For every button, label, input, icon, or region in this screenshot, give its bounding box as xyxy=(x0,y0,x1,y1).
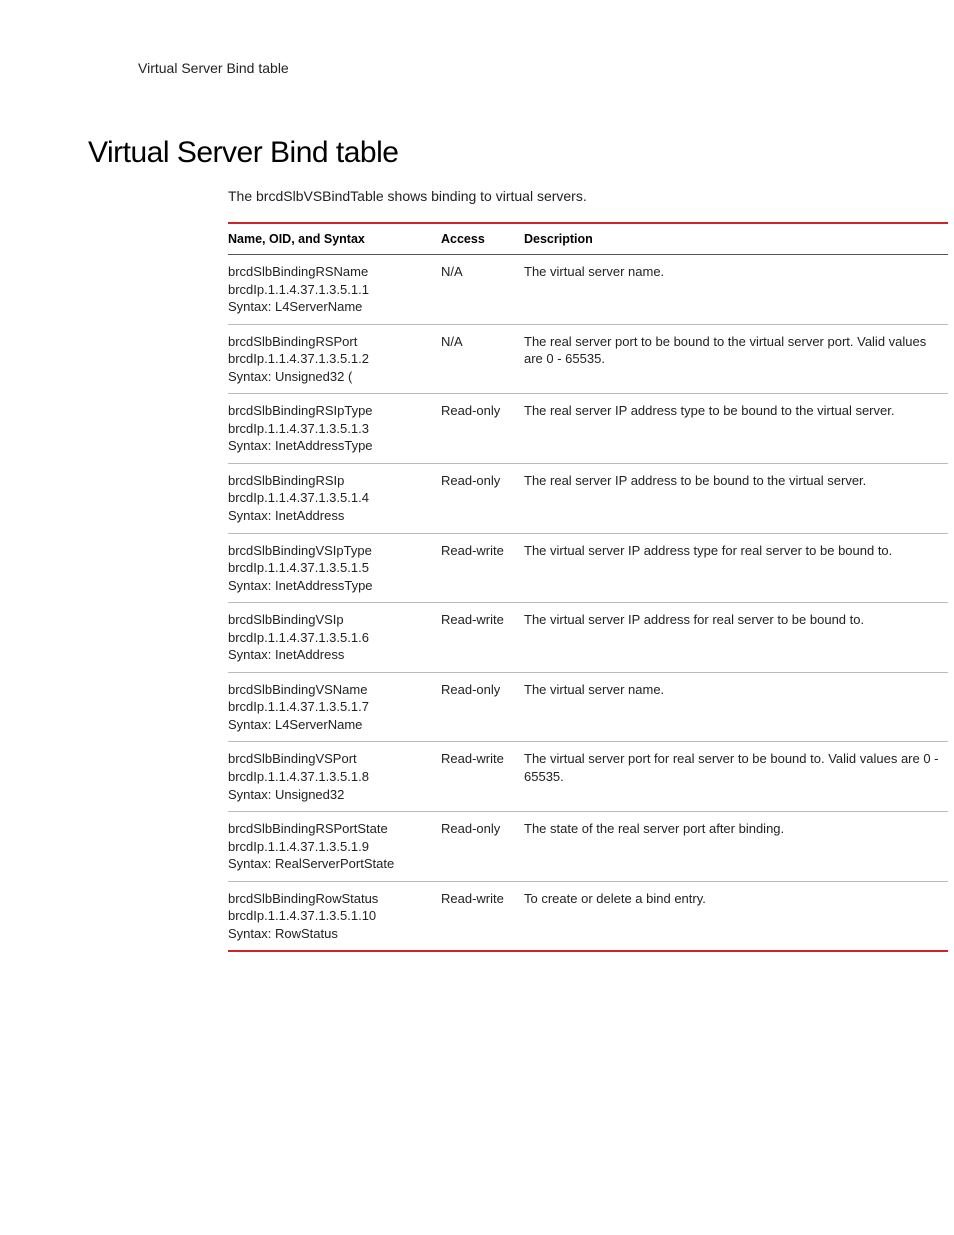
cell-access: N/A xyxy=(441,255,524,325)
table-row: brcdSlbBindingVSIpType brcdIp.1.1.4.37.1… xyxy=(228,533,948,603)
mib-syntax: Syntax: L4ServerName xyxy=(228,298,433,316)
table-row: brcdSlbBindingRSPortbrcdIp.1.1.4.37.1.3.… xyxy=(228,324,948,394)
cell-description: The virtual server name. xyxy=(524,255,948,325)
cell-name: brcdSlbBindingRSNamebrcdIp.1.1.4.37.1.3.… xyxy=(228,255,441,325)
mib-oid: brcdIp.1.1.4.37.1.3.5.1.4 xyxy=(228,489,433,507)
mib-oid: brcdIp.1.1.4.37.1.3.5.1.3 xyxy=(228,420,433,438)
mib-name: brcdSlbBindingVSIpType xyxy=(228,542,433,560)
table-row: brcdSlbBindingRSIpbrcdIp.1.1.4.37.1.3.5.… xyxy=(228,463,948,533)
mib-syntax: Syntax: InetAddress xyxy=(228,507,433,525)
mib-name: brcdSlbBindingVSPort xyxy=(228,750,433,768)
table-row: brcdSlbBindingRSNamebrcdIp.1.1.4.37.1.3.… xyxy=(228,255,948,325)
cell-access: Read-only xyxy=(441,672,524,742)
mib-syntax: Syntax: Unsigned32 xyxy=(228,786,433,804)
cell-access: Read-write xyxy=(441,533,524,603)
cell-description: The real server port to be bound to the … xyxy=(524,324,948,394)
cell-description: The real server IP address to be bound t… xyxy=(524,463,948,533)
mib-oid: brcdIp.1.1.4.37.1.3.5.1.8 xyxy=(228,768,433,786)
cell-access: Read-only xyxy=(441,812,524,882)
cell-name: brcdSlbBindingRSPortbrcdIp.1.1.4.37.1.3.… xyxy=(228,324,441,394)
cell-name: brcdSlbBindingRSIpbrcdIp.1.1.4.37.1.3.5.… xyxy=(228,463,441,533)
mib-syntax: Syntax: InetAddressType xyxy=(228,437,433,455)
cell-access: N/A xyxy=(441,324,524,394)
mib-oid: brcdIp.1.1.4.37.1.3.5.1.6 xyxy=(228,629,433,647)
table-row: brcdSlbBindingVSNamebrcdIp.1.1.4.37.1.3.… xyxy=(228,672,948,742)
page-title: Virtual Server Bind table xyxy=(88,136,866,170)
cell-description: The virtual server port for real server … xyxy=(524,742,948,812)
mib-syntax: Syntax: L4ServerName xyxy=(228,716,433,734)
cell-description: To create or delete a bind entry. xyxy=(524,881,948,951)
mib-name: brcdSlbBindingVSIp xyxy=(228,611,433,629)
mib-name: brcdSlbBindingRSIp xyxy=(228,472,433,490)
running-header: Virtual Server Bind table xyxy=(138,60,866,76)
mib-oid: brcdIp.1.1.4.37.1.3.5.1.7 xyxy=(228,698,433,716)
mib-oid: brcdIp.1.1.4.37.1.3.5.1.5 xyxy=(228,559,433,577)
mib-name: brcdSlbBindingVSName xyxy=(228,681,433,699)
col-header-name: Name, OID, and Syntax xyxy=(228,223,441,255)
cell-name: brcdSlbBindingVSNamebrcdIp.1.1.4.37.1.3.… xyxy=(228,672,441,742)
cell-name: brcdSlbBindingVSPort brcdIp.1.1.4.37.1.3… xyxy=(228,742,441,812)
mib-oid: brcdIp.1.1.4.37.1.3.5.1.1 xyxy=(228,281,433,299)
cell-name: brcdSlbBindingRowStatusbrcdIp.1.1.4.37.1… xyxy=(228,881,441,951)
cell-name: brcdSlbBindingRSIpTypebrcdIp.1.1.4.37.1.… xyxy=(228,394,441,464)
mib-table: Name, OID, and Syntax Access Description… xyxy=(228,222,948,952)
mib-syntax: Syntax: RowStatus xyxy=(228,925,433,943)
page-content: Virtual Server Bind table Virtual Server… xyxy=(0,0,954,1012)
cell-description: The virtual server IP address for real s… xyxy=(524,603,948,673)
table-row: brcdSlbBindingVSPort brcdIp.1.1.4.37.1.3… xyxy=(228,742,948,812)
mib-syntax: Syntax: InetAddressType xyxy=(228,577,433,595)
mib-name: brcdSlbBindingRowStatus xyxy=(228,890,433,908)
cell-description: The virtual server IP address type for r… xyxy=(524,533,948,603)
mib-syntax: Syntax: InetAddress xyxy=(228,646,433,664)
cell-access: Read-write xyxy=(441,881,524,951)
mib-name: brcdSlbBindingRSPort xyxy=(228,333,433,351)
cell-name: brcdSlbBindingVSIp brcdIp.1.1.4.37.1.3.5… xyxy=(228,603,441,673)
cell-access: Read-write xyxy=(441,603,524,673)
cell-access: Read-write xyxy=(441,742,524,812)
col-header-access: Access xyxy=(441,223,524,255)
mib-syntax: Syntax: Unsigned32 ( xyxy=(228,368,433,386)
table-row: brcdSlbBindingRSPortState brcdIp.1.1.4.3… xyxy=(228,812,948,882)
mib-name: brcdSlbBindingRSName xyxy=(228,263,433,281)
mib-oid: brcdIp.1.1.4.37.1.3.5.1.2 xyxy=(228,350,433,368)
col-header-description: Description xyxy=(524,223,948,255)
mib-name: brcdSlbBindingRSIpType xyxy=(228,402,433,420)
intro-text: The brcdSlbVSBindTable shows binding to … xyxy=(228,188,866,204)
cell-description: The real server IP address type to be bo… xyxy=(524,394,948,464)
cell-name: brcdSlbBindingVSIpType brcdIp.1.1.4.37.1… xyxy=(228,533,441,603)
table-header-row: Name, OID, and Syntax Access Description xyxy=(228,223,948,255)
mib-name: brcdSlbBindingRSPortState xyxy=(228,820,433,838)
mib-oid: brcdIp.1.1.4.37.1.3.5.1.10 xyxy=(228,907,433,925)
cell-name: brcdSlbBindingRSPortState brcdIp.1.1.4.3… xyxy=(228,812,441,882)
cell-description: The state of the real server port after … xyxy=(524,812,948,882)
cell-access: Read-only xyxy=(441,463,524,533)
mib-oid: brcdIp.1.1.4.37.1.3.5.1.9 xyxy=(228,838,433,856)
mib-syntax: Syntax: RealServerPortState xyxy=(228,855,433,873)
table-row: brcdSlbBindingRSIpTypebrcdIp.1.1.4.37.1.… xyxy=(228,394,948,464)
table-row: brcdSlbBindingRowStatusbrcdIp.1.1.4.37.1… xyxy=(228,881,948,951)
cell-access: Read-only xyxy=(441,394,524,464)
table-row: brcdSlbBindingVSIp brcdIp.1.1.4.37.1.3.5… xyxy=(228,603,948,673)
table-body: brcdSlbBindingRSNamebrcdIp.1.1.4.37.1.3.… xyxy=(228,255,948,952)
cell-description: The virtual server name. xyxy=(524,672,948,742)
